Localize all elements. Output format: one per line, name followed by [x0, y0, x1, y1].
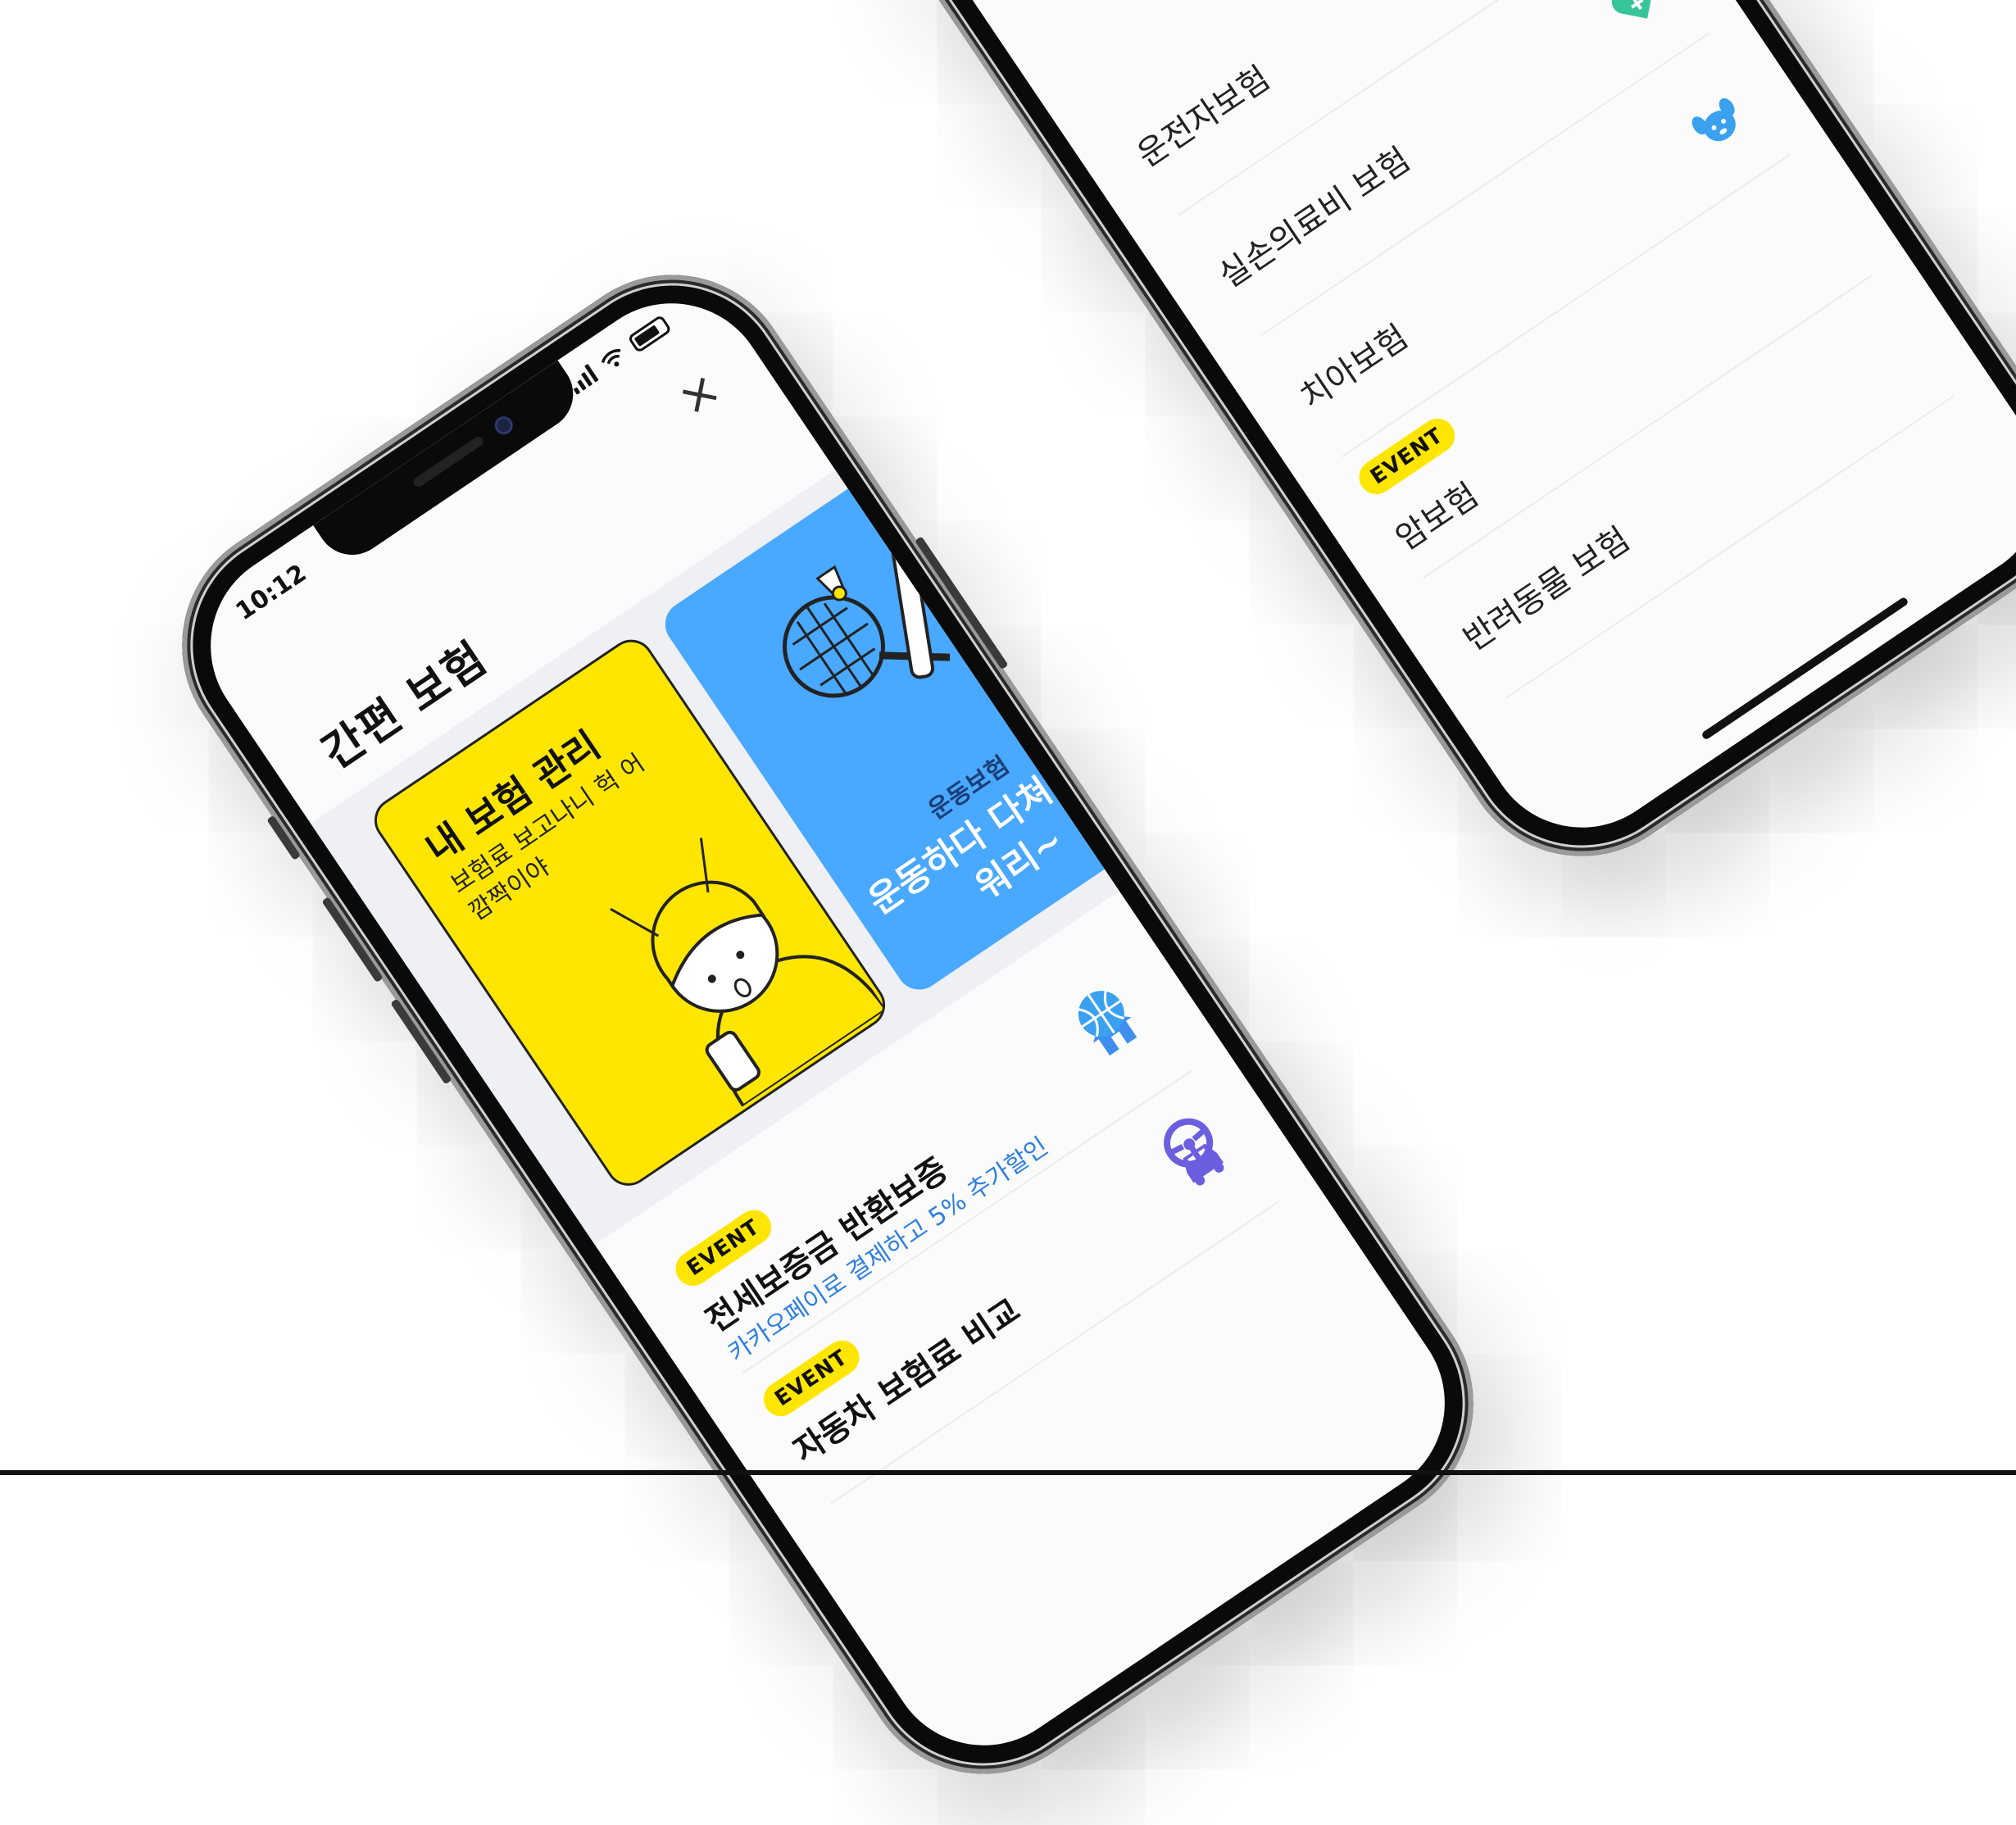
close-icon[interactable]: × [665, 360, 733, 429]
heart-plus-icon [1611, 0, 1653, 19]
dog-icon [1691, 98, 1736, 142]
list-item-label: 치아보험 [1293, 318, 1415, 417]
camera [491, 412, 516, 438]
wifi-icon [601, 349, 621, 367]
bottom-border [0, 1470, 2016, 1475]
battery-icon [627, 314, 673, 354]
list-item-label: 운전자보험 [1130, 59, 1277, 175]
